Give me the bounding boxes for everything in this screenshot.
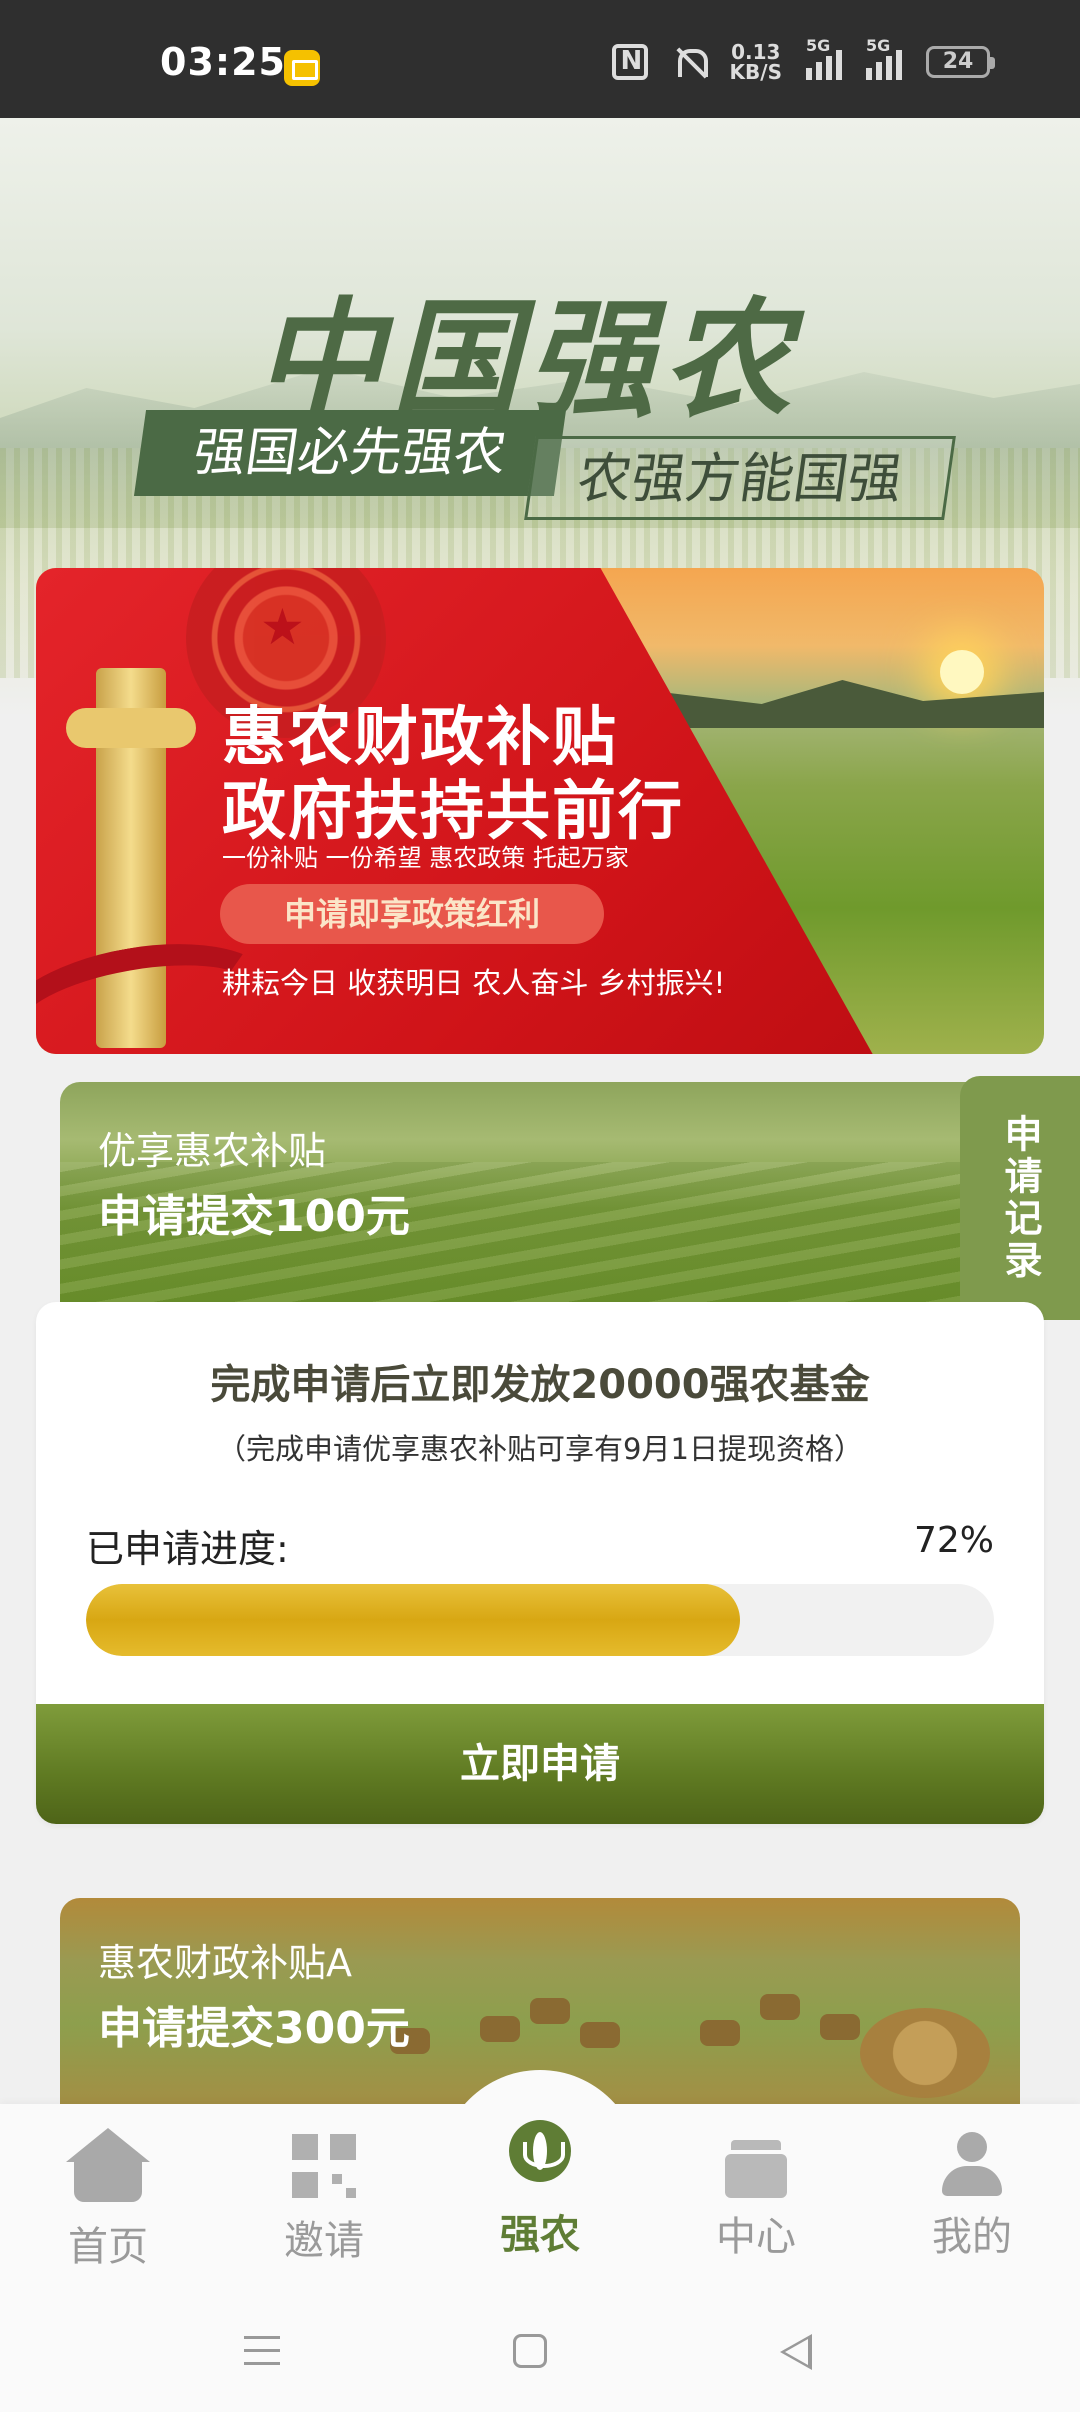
promo-banner[interactable]: 惠农财政补贴 政府扶持共前行 一份补贴 一份希望 惠农政策 托起万家 申请即享政… (36, 568, 1044, 1054)
banner-footer: 耕耘今日 收获明日 农人奋斗 乡村振兴! (222, 966, 726, 1000)
fund-note: （完成申请优享惠农补贴可享有9月1日提现资格） (217, 1432, 863, 1466)
network-speed: 0.13 KB/S (730, 42, 782, 82)
user-icon (942, 2132, 1002, 2198)
nav-item-invite[interactable]: 邀请 (216, 2104, 432, 2284)
status-bar: 03:25 0.13 KB/S 5G 5G 24 (0, 0, 1080, 118)
home-icon (66, 2128, 150, 2202)
nav-label: 中心 (716, 2214, 796, 2260)
sprout-icon (509, 2120, 571, 2182)
apply-now-button[interactable]: 立即申请 (36, 1704, 1044, 1824)
subsidy-amount: 申请提交100元 (98, 1191, 410, 1242)
status-icons: 0.13 KB/S 5G 5G 24 (611, 36, 995, 82)
progress-percent: 72% (913, 1520, 994, 1561)
box-icon (725, 2140, 787, 2198)
menu-icon[interactable] (244, 2336, 280, 2366)
status-time: 03:25 (160, 40, 286, 84)
network-speed-value: 0.13 (731, 40, 781, 64)
signal-icon: 5G (806, 36, 842, 80)
progress-label: 已申请进度: (86, 1527, 289, 1571)
signal-label-2: 5G (866, 36, 891, 55)
progress-bar (86, 1584, 994, 1656)
nav-item-mine[interactable]: 我的 (864, 2104, 1080, 2284)
nav-label: 首页 (68, 2224, 148, 2270)
nav-label: 强农 (500, 2212, 580, 2258)
sun-decoration (940, 650, 984, 694)
subsidy-label: 惠农财政补贴A (98, 1941, 352, 1985)
signal-label: 5G (806, 36, 831, 55)
qr-code-icon (292, 2134, 356, 2198)
home-button-icon[interactable] (513, 2334, 547, 2368)
signal-icon-2: 5G (866, 36, 902, 80)
mail-notification-icon (284, 50, 320, 86)
banner-subtitle: 一份补贴 一份希望 惠农政策 托起万家 (222, 844, 629, 872)
subsidy-label: 优享惠农补贴 (98, 1129, 327, 1173)
nav-label: 我的 (932, 2214, 1012, 2260)
apply-record-tab[interactable]: 申请记录 (960, 1076, 1080, 1320)
subsidy-card[interactable]: 优享惠农补贴 申请提交100元 (60, 1082, 1020, 1312)
fund-title: 完成申请后立即发放20000强农基金 (210, 1362, 870, 1408)
network-speed-unit: KB/S (729, 60, 782, 84)
progress-bar-fill (86, 1584, 740, 1656)
subsidy-amount: 申请提交300元 (98, 2003, 410, 2054)
mute-icon (672, 45, 708, 79)
banner-policy-pill: 申请即享政策红利 (220, 884, 604, 944)
progress-card: 完成申请后立即发放20000强农基金 （完成申请优享惠农补贴可享有9月1日提现资… (36, 1302, 1044, 1824)
back-icon[interactable] (780, 2334, 812, 2370)
battery-icon: 24 (926, 46, 995, 78)
nav-item-farm[interactable]: 强农 (432, 2104, 648, 2284)
nav-item-home[interactable]: 首页 (0, 2104, 216, 2284)
nav-item-center[interactable]: 中心 (648, 2104, 864, 2284)
nfc-icon (611, 44, 648, 80)
system-nav-bar (0, 2294, 1080, 2412)
hero-slogan-right: 农强方能国强 (524, 436, 956, 520)
nav-label: 邀请 (284, 2218, 364, 2264)
hero-slogan-left: 强国必先强农 (133, 410, 567, 496)
